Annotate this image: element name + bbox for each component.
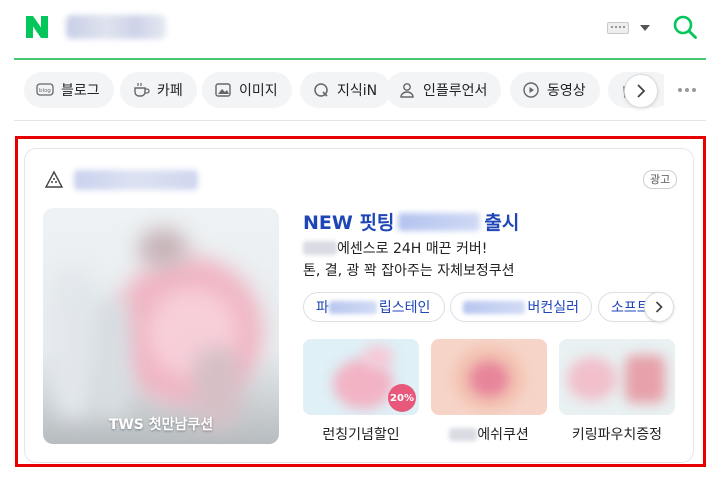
chevron-right-icon	[655, 301, 663, 313]
product-label-1[interactable]: 런칭기념할인	[303, 424, 419, 444]
tab-label: 인플루언서	[423, 83, 488, 99]
tab-label: 이미지	[239, 83, 278, 99]
headline-start: NEW 핏팅	[303, 212, 395, 234]
redacted-text	[449, 428, 478, 441]
pill-prefix: 파	[316, 300, 329, 316]
tab-image[interactable]: 이미지	[202, 72, 292, 108]
tab-blog[interactable]: blog 블로그	[24, 72, 114, 108]
thumb-caption: TWS 첫만남쿠션	[108, 417, 214, 433]
product-label-3[interactable]: 키링파우치증정	[559, 424, 675, 444]
search-header	[0, 0, 720, 58]
pill-label: 버컨실러	[527, 300, 579, 316]
product-image-3[interactable]	[559, 339, 675, 415]
redacted-text	[398, 213, 481, 231]
blog-icon: blog	[36, 81, 54, 99]
more-dots-icon[interactable]	[678, 88, 696, 92]
desc-line2: 톤, 결, 광 꽉 잡아주는 자체보정쿠션	[303, 263, 515, 279]
chevron-right-icon	[637, 84, 646, 98]
tab-kin[interactable]: 지식iN	[300, 72, 392, 108]
pill-concealer[interactable]: 버컨실러	[450, 292, 592, 322]
naver-logo[interactable]	[24, 14, 50, 40]
tab-label: 카페	[157, 83, 183, 99]
search-tabs: blog 블로그 카페 이미지 지식iN 인플루언서 동영상	[24, 72, 664, 108]
tabs-divider	[14, 120, 706, 121]
chevron-down-icon[interactable]	[640, 25, 650, 31]
ad-headline[interactable]: NEW 핏팅 출시	[303, 208, 519, 235]
pill-lip-stain[interactable]: 파 립스테인	[303, 292, 445, 322]
tab-influencer[interactable]: 인플루언서	[386, 72, 502, 108]
header-divider	[14, 58, 706, 60]
brand-logo-icon[interactable]	[44, 170, 64, 190]
person-icon	[398, 81, 416, 99]
pill-label: 립스테인	[378, 300, 431, 316]
tab-label: 동영상	[547, 83, 586, 99]
tab-video[interactable]: 동영상	[510, 72, 600, 108]
desc-line1: 에센스로 24H 매끈 커버!	[337, 241, 488, 257]
redacted-text	[328, 300, 377, 314]
product-label-text: 에쉬쿠션	[477, 427, 529, 443]
redacted-text	[303, 241, 337, 255]
search-input[interactable]	[66, 15, 166, 39]
ad-description: 에센스로 24H 매끈 커버! 톤, 결, 광 꽉 잡아주는 자체보정쿠션	[303, 238, 514, 282]
ad-badge: 광고	[643, 170, 678, 189]
discount-badge: 20%	[388, 384, 416, 412]
image-icon	[214, 81, 232, 99]
svg-text:blog: blog	[39, 88, 51, 94]
tab-label: 블로그	[61, 83, 100, 99]
pills-next-button[interactable]	[644, 292, 674, 322]
knowledge-q-icon	[312, 81, 330, 99]
brand-name[interactable]	[74, 170, 198, 190]
headline-end: 출시	[484, 212, 520, 234]
product-image-2[interactable]	[431, 339, 547, 415]
search-icon[interactable]	[672, 14, 698, 40]
tab-cafe[interactable]: 카페	[120, 72, 197, 108]
play-icon	[522, 81, 540, 99]
product-label-2[interactable]: 에쉬쿠션	[431, 424, 547, 444]
cafe-cup-icon	[132, 81, 150, 99]
tab-label: 지식iN	[337, 83, 378, 99]
redacted-text	[463, 300, 526, 314]
ad-main-image[interactable]: TWS 첫만남쿠션	[43, 208, 279, 444]
keyboard-icon[interactable]	[607, 22, 629, 34]
tabs-next-button[interactable]	[624, 74, 658, 108]
